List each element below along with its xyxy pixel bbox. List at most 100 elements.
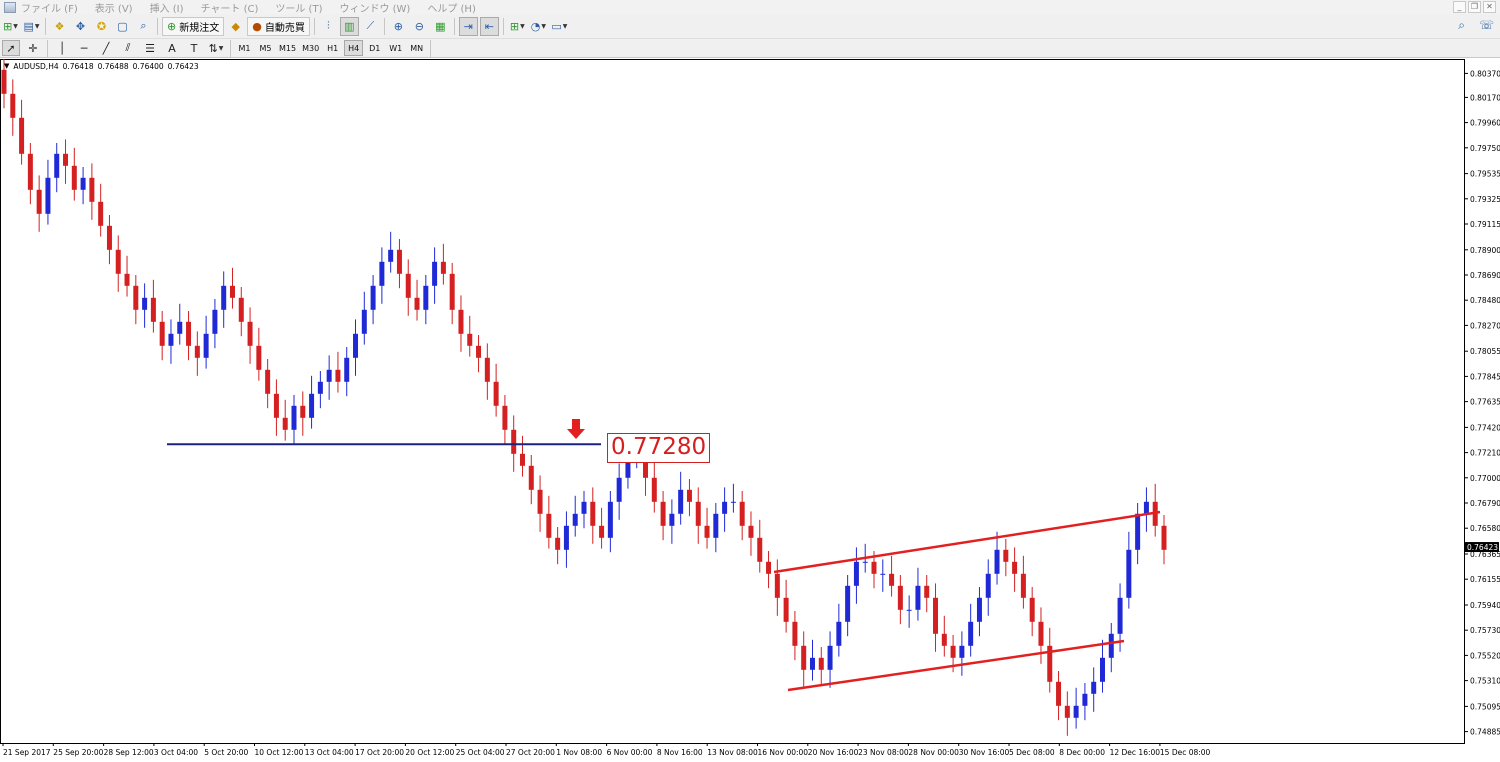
auto-trading-button[interactable]: ● 自動売買	[247, 16, 310, 36]
candle-body	[537, 489, 543, 514]
menu-view[interactable]: 表示 (V)	[95, 0, 133, 15]
new-order-button[interactable]: ⊕ 新規注文	[162, 16, 225, 36]
timeframe-m1[interactable]: M1	[235, 40, 254, 56]
clock-icon: ◔	[530, 19, 541, 33]
y-axis-tick-label: 0.76580	[1470, 524, 1500, 533]
candle-body	[432, 261, 438, 286]
close-button[interactable]: ✕	[1483, 1, 1496, 13]
navigator-button[interactable]: ✪	[92, 17, 111, 36]
candle-body	[10, 93, 16, 118]
channel-icon: ⫽	[125, 41, 131, 54]
menu-file[interactable]: ファイル (F)	[21, 0, 78, 15]
terminal-icon: ▢	[117, 19, 128, 33]
trendline-button[interactable]: ╱	[97, 40, 115, 56]
equidistant-channel-button[interactable]: ⫽	[119, 40, 137, 56]
menu-window[interactable]: ウィンドウ (W)	[339, 0, 410, 15]
candle-body	[941, 633, 947, 646]
search-icon[interactable]: ⌕	[1458, 18, 1465, 33]
minimize-button[interactable]: _	[1453, 1, 1466, 13]
zoom-out-button[interactable]: ⊖	[410, 17, 429, 36]
menu-tools[interactable]: ツール (T)	[275, 0, 322, 15]
text-button[interactable]: A	[163, 40, 181, 56]
candle-body	[502, 405, 508, 430]
cursor-button[interactable]: ➚	[2, 40, 20, 56]
auto-trading-label: 自動売買	[264, 22, 305, 34]
vertical-line-button[interactable]: │	[53, 40, 71, 56]
timeframe-w1[interactable]: W1	[386, 40, 405, 56]
candle-body	[150, 297, 156, 322]
indicators-button[interactable]: ⊞ ▼	[508, 17, 527, 36]
y-axis-tick-label: 0.78480	[1470, 296, 1500, 305]
candle-body	[203, 333, 209, 358]
profiles-icon: ▤	[23, 19, 34, 33]
market-watch-button[interactable]: ❖	[50, 17, 69, 36]
strategy-tester-button[interactable]: ⌕	[134, 17, 153, 36]
timeframe-h1[interactable]: H1	[323, 40, 342, 56]
x-axis-tick-label: 23 Nov 08:00	[858, 748, 909, 757]
timeframe-h4[interactable]: H4	[344, 40, 364, 56]
candle-body	[1091, 681, 1097, 694]
candle-body	[686, 489, 692, 502]
candle-body	[115, 249, 121, 274]
candle-body	[827, 645, 833, 670]
candle-body	[300, 405, 306, 418]
candle-body	[63, 153, 69, 166]
crosshair-button[interactable]: ✛	[24, 40, 42, 56]
profiles-button[interactable]: ▤ ▼	[22, 17, 41, 36]
y-axis-tick-label: 0.75520	[1470, 651, 1500, 660]
chat-icon[interactable]: ☏	[1479, 18, 1494, 33]
timeframe-m30[interactable]: M30	[300, 40, 321, 56]
zoom-in-button[interactable]: ⊕	[389, 17, 408, 36]
x-axis-tick-label: 20 Oct 12:00	[405, 748, 454, 757]
candle-body	[396, 249, 402, 274]
dropdown-arrow-icon: ▼	[34, 22, 40, 30]
timeframe-d1[interactable]: D1	[365, 40, 384, 56]
text-icon: A	[168, 41, 176, 55]
data-window-button[interactable]: ✥	[71, 17, 90, 36]
arrows-button[interactable]: ⇅ ▼	[207, 40, 225, 56]
candle-body	[142, 297, 148, 310]
menu-chart[interactable]: チャート (C)	[201, 0, 259, 15]
new-order-label: 新規注文	[179, 22, 220, 34]
chart-shift-button[interactable]: ⇤	[479, 16, 499, 36]
candle-body	[484, 357, 490, 382]
text-label-button[interactable]: T	[185, 40, 203, 56]
restore-button[interactable]: ❐	[1468, 1, 1481, 13]
terminal-button[interactable]: ▢	[113, 17, 132, 36]
candle-body	[1082, 693, 1088, 706]
trendline-icon: ╱	[102, 41, 110, 55]
candle-body	[1038, 621, 1044, 646]
bar-chart-button[interactable]: ⫶	[319, 17, 338, 36]
new-chart-button[interactable]: ⊞ ▼	[1, 17, 20, 36]
candle-body	[933, 597, 939, 634]
timeframe-m5[interactable]: M5	[256, 40, 275, 56]
candle-body	[177, 321, 183, 334]
candle-body	[572, 513, 578, 526]
candle-body	[1135, 513, 1141, 550]
periods-button[interactable]: ◔ ▼	[529, 17, 548, 36]
candle-body	[476, 345, 482, 358]
auto-scroll-button[interactable]: ⇥	[458, 16, 478, 36]
metaeditor-button[interactable]: ◆	[226, 17, 245, 36]
line-chart-button[interactable]: ⟋	[361, 17, 380, 36]
timeframe-mn[interactable]: MN	[407, 40, 426, 56]
menu-insert[interactable]: 挿入 (I)	[150, 0, 184, 15]
auto-trading-icon: ●	[252, 19, 262, 33]
price-chart[interactable]: 0.80370 0.80170 0.79960 0.79750 0.79535 0.793…	[0, 59, 1500, 762]
candle-body	[519, 453, 525, 466]
chart-window[interactable]: 0.80370 0.80170 0.79960 0.79750 0.79535 0.793…	[0, 59, 1500, 762]
price-annotation-label[interactable]: 0.77280	[607, 433, 711, 463]
candlestick-button[interactable]: ▥	[339, 16, 359, 36]
x-axis-tick-label: 20 Nov 16:00	[808, 748, 859, 757]
candle-body	[379, 261, 385, 286]
menu-help[interactable]: ヘルプ (H)	[427, 0, 476, 15]
candle-body	[853, 561, 859, 586]
timeframe-m15[interactable]: M15	[277, 40, 298, 56]
tile-windows-button[interactable]: ▦	[431, 17, 450, 36]
candle-body	[423, 285, 429, 310]
horizontal-line-button[interactable]: ─	[75, 40, 93, 56]
candle-body	[1020, 573, 1026, 598]
fibonacci-button[interactable]: ☰	[141, 40, 159, 56]
x-axis-tick-label: 13 Oct 04:00	[305, 748, 354, 757]
templates-button[interactable]: ▭ ▼	[550, 17, 569, 36]
